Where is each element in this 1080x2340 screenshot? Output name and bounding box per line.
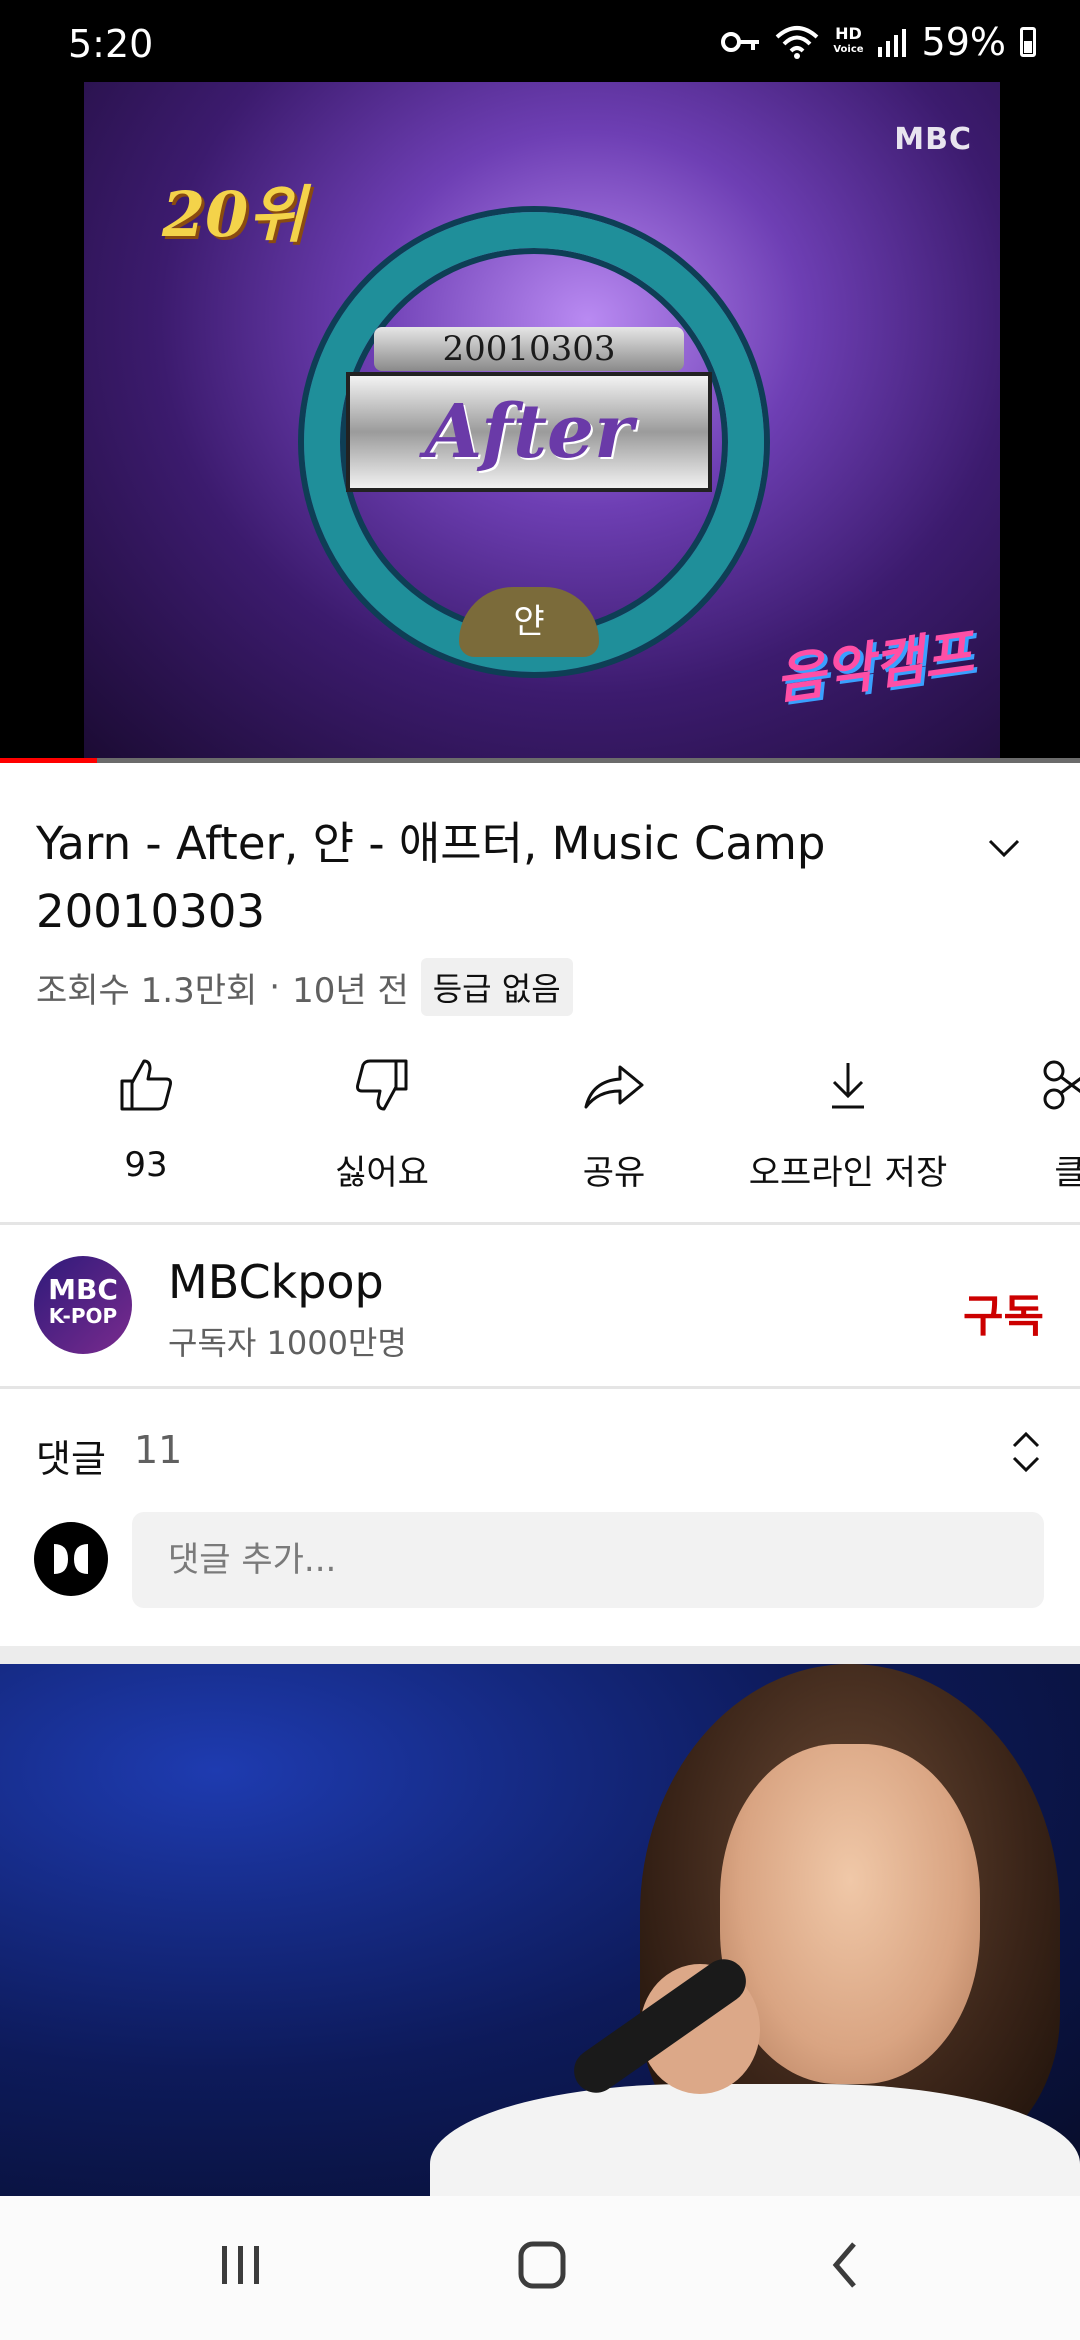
progress-bar[interactable] [0,758,1080,763]
dislike-label: 싫어요 [335,1153,429,1193]
progress-fill [0,758,98,763]
video-title[interactable]: Yarn - After, 얀 - 애프터, Music Camp 200103… [36,810,956,946]
comment-input[interactable]: 댓글 추가... [132,1512,1044,1608]
next-video-thumbnail[interactable] [0,1664,1080,2196]
comments-label[interactable]: 댓글 [36,1428,106,1483]
upload-age: 10년 전 [292,970,409,1011]
channel-avatar[interactable]: MBC K-POP [34,1256,132,1354]
thumbs-down-icon [356,1059,408,1111]
meta-separator: · [269,967,281,1007]
subscriber-count: 구독자 1000만명 [168,1324,407,1362]
home-icon[interactable] [517,2240,567,2290]
like-button[interactable]: 93 [46,1055,246,1185]
chevron-down-icon[interactable] [986,830,1022,866]
share-label: 공유 [582,1153,646,1193]
download-icon [832,1063,864,1109]
user-avatar-icon [54,1544,88,1574]
divider [0,1386,1080,1389]
hd-voice-indicator: HD Voice [833,24,864,56]
vpn-key-icon [721,32,760,52]
status-bar: 5:20 HD Voice 59% [0,0,1080,82]
status-icons: HD Voice 59% [721,20,1036,64]
channel-name[interactable]: MBCkpop [168,1255,384,1309]
view-count: 조회수 1.3만회 [36,970,258,1011]
artist-plate: 얀 [459,587,599,657]
status-time: 5:20 [68,22,154,66]
show-logo: 음악캠프 [771,621,977,712]
clip-icon [1043,1060,1080,1110]
download-button[interactable]: 오프라인 저장 [748,1055,948,1194]
signal-icon [877,29,906,57]
video-player[interactable]: 20위 MBC 20010303 After 얀 음악캠프 [0,82,1080,762]
date-plate: 20010303 [374,327,684,371]
clip-button[interactable]: 클 [970,1055,1080,1194]
like-count: 93 [124,1145,168,1185]
action-bar: 93 싫어요 공유 오프라인 저장 클 [0,1055,1080,1195]
expand-collapse-icon[interactable] [1008,1428,1044,1476]
back-icon[interactable] [822,2240,872,2290]
rating-badge: 등급 없음 [420,958,573,1016]
battery-icon [1020,27,1036,57]
battery-percent: 59% [921,20,1006,64]
dislike-button[interactable]: 싫어요 [282,1055,482,1194]
share-button[interactable]: 공유 [514,1055,714,1194]
clip-label: 클 [1054,1153,1080,1193]
section-separator [0,1646,1080,1664]
wifi-icon [775,26,819,59]
song-plate: After [346,372,712,492]
broadcaster-logo: MBC [894,122,972,157]
share-icon [584,1065,644,1109]
thumbs-up-icon [120,1059,172,1111]
system-nav-bar [0,2196,1080,2340]
subscribe-button[interactable]: 구독 [963,1280,1044,1344]
comments-count: 11 [134,1428,183,1472]
recent-apps-icon[interactable] [216,2240,266,2290]
divider [0,1222,1080,1225]
video-meta[interactable]: 조회수 1.3만회 · 10년 전 등급 없음 [36,958,573,1016]
user-avatar [34,1522,108,1596]
video-frame: 20위 MBC 20010303 After 얀 음악캠프 [84,82,1000,762]
rank-overlay: 20위 [162,178,306,251]
download-label: 오프라인 저장 [748,1153,948,1193]
